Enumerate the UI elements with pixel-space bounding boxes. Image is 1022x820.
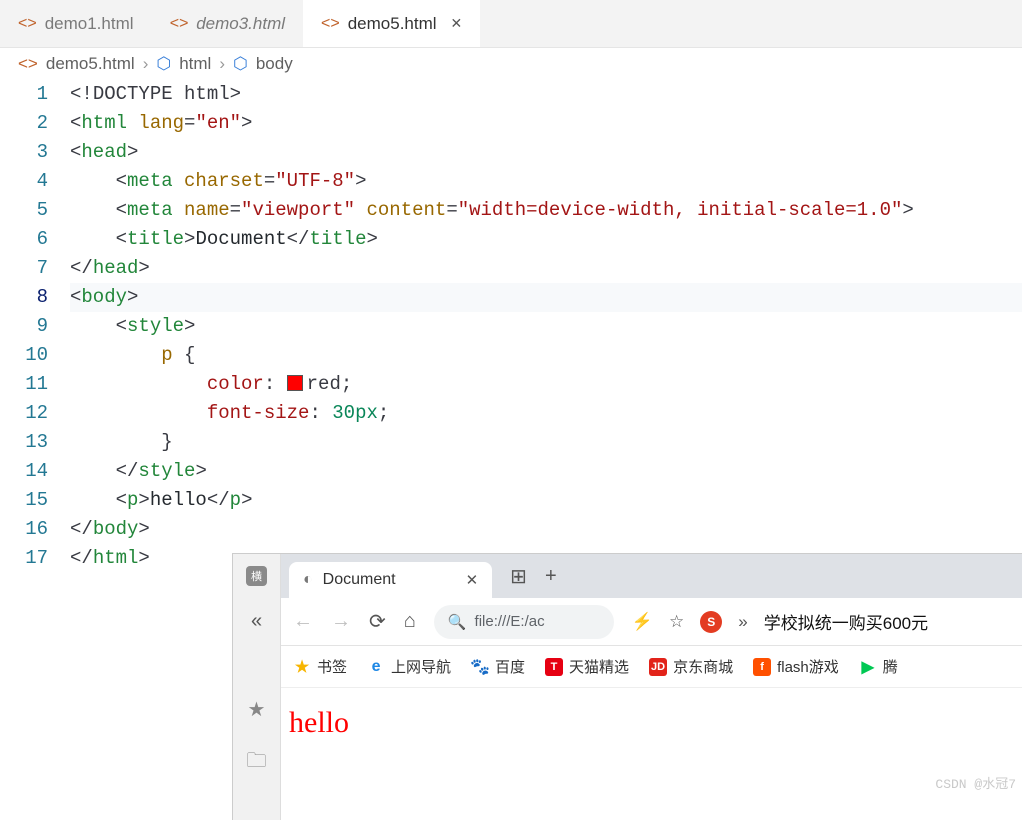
breadcrumb: <> demo5.html › ⬡ html › ⬡ body: [0, 48, 1022, 80]
bookmark-icon: f: [753, 658, 771, 676]
bookmark-icon: ▶: [859, 658, 877, 676]
breadcrumb-file[interactable]: demo5.html: [46, 54, 135, 74]
bookmark-item[interactable]: JD 京东商城: [649, 656, 733, 677]
editor-tab-bar: <> demo1.html <> demo3.html <> demo5.html ✕: [0, 0, 1022, 48]
html-file-icon: <>: [321, 15, 340, 33]
collapse-icon[interactable]: «: [251, 610, 262, 633]
element-icon: ⬡: [156, 54, 171, 74]
chevron-right-icon: ›: [219, 54, 225, 74]
tab-label: demo3.html: [196, 14, 285, 34]
bookmark-label: 天猫精选: [569, 656, 629, 677]
star-icon[interactable]: ★: [248, 697, 266, 722]
bookmark-icon: T: [545, 658, 563, 676]
browser-toolbar: ← → ⟳ ⌂ 🔍 file:///E:/ac ⚡ ☆ S » 学校拟统一购买6…: [281, 598, 1022, 646]
reload-icon[interactable]: ⟳: [369, 609, 386, 634]
close-icon[interactable]: ✕: [451, 15, 463, 32]
orientation-badge[interactable]: 横: [246, 566, 267, 586]
tab-demo5[interactable]: <> demo5.html ✕: [303, 0, 480, 47]
new-tab-icon[interactable]: +: [545, 565, 557, 588]
chevron-right-icon: »: [738, 612, 747, 632]
bookmark-label: 京东商城: [673, 656, 733, 677]
tab-demo3[interactable]: <> demo3.html: [152, 0, 304, 47]
back-icon[interactable]: ←: [293, 610, 313, 633]
search-icon: 🔍: [448, 613, 467, 631]
html-file-icon: <>: [18, 54, 38, 74]
extensions-icon[interactable]: ⊞: [510, 564, 527, 589]
bookmark-icon: JD: [649, 658, 667, 676]
tab-label: demo1.html: [45, 14, 134, 34]
breadcrumb-node[interactable]: html: [179, 54, 211, 74]
bookmark-icon: e: [367, 658, 385, 676]
browser-tab-title: Document: [323, 571, 396, 589]
html-file-icon: <>: [170, 15, 189, 33]
url-text: file:///E:/ac: [475, 613, 545, 630]
tab-label: demo5.html: [348, 14, 437, 34]
news-ticker[interactable]: 学校拟统一购买600元: [764, 609, 928, 634]
home-icon[interactable]: ⌂: [404, 610, 416, 633]
bookmarks-bar: ★书签e上网导航🐾百度T天猫精选JD京东商城fflash游戏▶腾: [281, 646, 1022, 688]
chevron-right-icon: ›: [143, 54, 149, 74]
bookmark-item[interactable]: T 天猫精选: [545, 656, 629, 677]
folder-icon[interactable]: 🗀: [247, 746, 267, 780]
bookmark-item[interactable]: ★ 书签: [293, 656, 347, 677]
html-file-icon: <>: [18, 15, 37, 33]
code-content[interactable]: <!DOCTYPE html><html lang="en"><head> <m…: [70, 80, 1022, 573]
address-bar[interactable]: 🔍 file:///E:/ac: [434, 605, 614, 639]
bookmark-item[interactable]: f flash游戏: [753, 656, 839, 677]
bookmark-item[interactable]: ▶腾: [859, 656, 898, 677]
bookmark-icon: ★: [293, 658, 311, 676]
code-editor[interactable]: 1234567891011121314151617 <!DOCTYPE html…: [0, 80, 1022, 573]
bookmark-label: flash游戏: [777, 656, 839, 677]
page-viewport: hello: [281, 688, 1022, 820]
bolt-icon[interactable]: ⚡: [632, 612, 653, 632]
bookmark-label: 书签: [317, 656, 347, 677]
bookmark-item[interactable]: 🐾 百度: [471, 656, 525, 677]
bookmark-item[interactable]: e 上网导航: [367, 656, 451, 677]
star-outline-icon[interactable]: ☆: [669, 612, 684, 632]
browser-window: 横 « ★ 🗀 ◐ Document ✕ ⊞ + ← → ⟳ ⌂ 🔍 file:…: [232, 553, 1022, 820]
search-engine-badge[interactable]: S: [700, 611, 722, 633]
breadcrumb-node[interactable]: body: [256, 54, 293, 74]
line-number-gutter: 1234567891011121314151617: [0, 80, 70, 573]
browser-tab[interactable]: ◐ Document ✕: [289, 562, 492, 598]
element-icon: ⬡: [233, 54, 248, 74]
bookmark-label: 百度: [495, 656, 525, 677]
browser-tab-strip: ◐ Document ✕ ⊞ +: [281, 554, 1022, 598]
watermark: CSDN @水冠7: [935, 773, 1016, 792]
bookmark-label: 腾: [883, 656, 898, 677]
page-icon: ◐: [303, 571, 313, 589]
browser-sidebar: 横 « ★ 🗀: [233, 554, 281, 820]
bookmark-label: 上网导航: [391, 656, 451, 677]
hello-text: hello: [289, 706, 1014, 740]
forward-icon[interactable]: →: [331, 610, 351, 633]
tab-demo1[interactable]: <> demo1.html: [0, 0, 152, 47]
close-icon[interactable]: ✕: [466, 571, 479, 589]
bookmark-icon: 🐾: [471, 658, 489, 676]
